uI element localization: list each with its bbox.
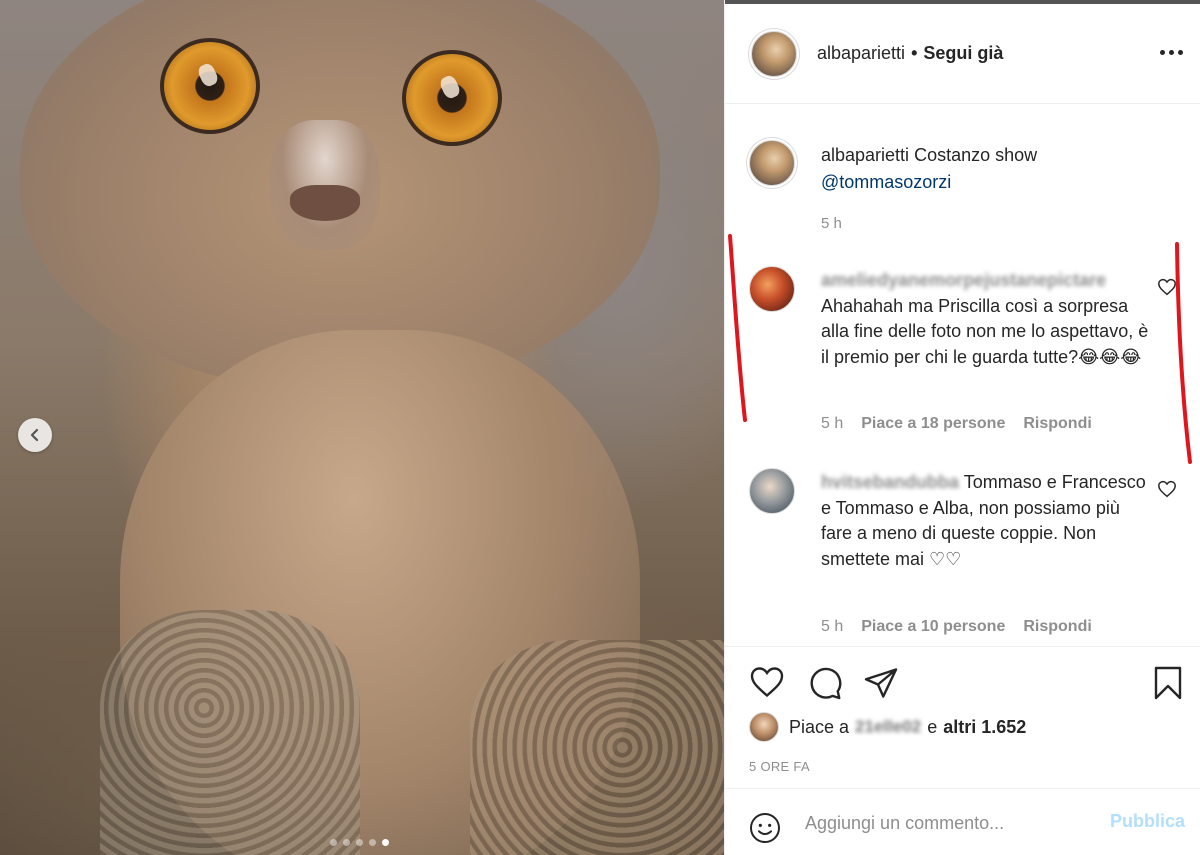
comment-body: hvitsebandubba Tommaso e Francesco e Tom…: [821, 470, 1151, 572]
comment-meta: 5 h Piace a 18 persone Rispondi: [821, 415, 1092, 433]
author-username[interactable]: albaparietti: [817, 43, 905, 64]
post-action-bar: [725, 646, 1200, 716]
author-avatar[interactable]: [751, 30, 797, 77]
post-timestamp[interactable]: 5 ORE FA: [749, 759, 810, 774]
chevron-left-icon: [30, 428, 39, 442]
caption-username[interactable]: albaparietti: [821, 145, 909, 165]
comment-input[interactable]: [805, 809, 1095, 837]
caption-mention-link[interactable]: @tommasozorzi: [821, 172, 951, 192]
heart-icon[interactable]: [749, 665, 785, 699]
commenter-username-blurred[interactable]: ameliedyanemorpejustanepictare: [821, 268, 1106, 294]
caption-time[interactable]: 5 h: [821, 215, 842, 232]
commenter-avatar[interactable]: [749, 468, 795, 514]
comment-reply-button[interactable]: Rispondi: [1023, 618, 1091, 636]
comment-like-heart-icon[interactable]: [1157, 278, 1177, 296]
liker-username-blurred[interactable]: 21elle02: [855, 717, 921, 737]
carousel-dot: [330, 839, 337, 846]
comment-like-heart-icon[interactable]: [1157, 480, 1177, 498]
commenter-avatar[interactable]: [749, 266, 795, 312]
likes-conjunction: e: [927, 716, 938, 737]
more-options-icon[interactable]: [1160, 50, 1183, 55]
comment-meta: 5 h Piace a 10 persone Rispondi: [821, 618, 1092, 636]
comment-likes-count[interactable]: Piace a 18 persone: [861, 415, 1005, 433]
carousel-dot: [369, 839, 376, 846]
paper-plane-icon[interactable]: [863, 665, 899, 701]
header-separator: •: [911, 43, 918, 63]
rug-texture: [470, 640, 724, 855]
post-header: albaparietti • Segui già: [725, 4, 1200, 104]
carousel-prev-button[interactable]: [18, 418, 52, 452]
post-side-panel: albaparietti • Segui già albaparietti Co…: [724, 0, 1200, 855]
caption-body: Costanzo show: [914, 145, 1038, 165]
comment-likes-count[interactable]: Piace a 10 persone: [861, 618, 1005, 636]
cat-eye-left: [160, 38, 260, 134]
following-button[interactable]: Segui già: [923, 43, 1003, 64]
bookmark-icon[interactable]: [1151, 665, 1185, 701]
cat-eye-right: [402, 50, 502, 146]
comment-reply-button[interactable]: Rispondi: [1023, 415, 1091, 433]
caption-avatar[interactable]: [749, 140, 795, 186]
caption-text: albaparietti Costanzo show @tommasozorzi: [821, 142, 1161, 196]
liker-avatar[interactable]: [749, 712, 779, 742]
publish-comment-button[interactable]: Pubblica: [1110, 811, 1185, 832]
cat-nose: [290, 185, 360, 221]
rug-texture: [100, 610, 360, 855]
carousel-dots: [330, 839, 389, 846]
carousel-dot: [343, 839, 350, 846]
comment-bubble-icon[interactable]: [807, 665, 843, 701]
post-photo: [0, 0, 724, 855]
smiley-icon[interactable]: [749, 812, 781, 844]
carousel-dot-active: [382, 839, 389, 846]
comment-time[interactable]: 5 h: [821, 618, 843, 636]
comment-text: Ahahahah ma Priscilla così a sorpresa al…: [821, 295, 1149, 367]
carousel-dot: [356, 839, 363, 846]
likes-others-link[interactable]: altri 1.652: [943, 717, 1026, 738]
likes-summary: Piace a 21elle02 e altri 1.652: [749, 712, 1026, 742]
comment-body: ameliedyanemorpejustanepictare Ahahahah …: [821, 268, 1151, 370]
commenter-username-blurred[interactable]: hvitsebandubba: [821, 470, 959, 496]
comment-time[interactable]: 5 h: [821, 415, 843, 433]
add-comment-bar: Pubblica: [725, 788, 1200, 855]
likes-prefix: Piace a: [789, 716, 850, 737]
